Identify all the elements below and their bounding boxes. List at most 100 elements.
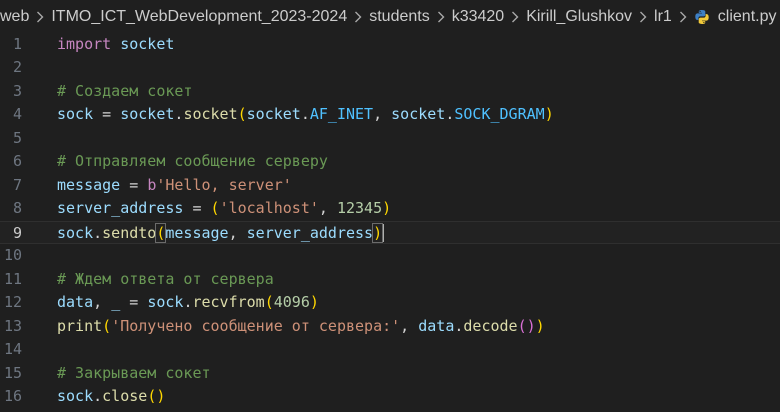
code-token: sendto	[102, 223, 157, 242]
line-number: 2	[12, 58, 22, 76]
text-cursor	[382, 224, 385, 242]
breadcrumb-item-file[interactable]: client.py	[694, 8, 777, 26]
breadcrumb-item-lab[interactable]: lr1	[654, 8, 672, 26]
line-number: 15	[3, 363, 22, 382]
code-token: close	[102, 387, 148, 405]
breadcrumb-file-label: client.py	[717, 8, 777, 25]
code-editor[interactable]: 1 import socket 2 3 # Создаем сокет 4 sock = s…	[0, 34, 780, 412]
code-token: socket	[246, 105, 301, 123]
code-line[interactable]: 9 sock.sendto(message, server_address)	[0, 220, 780, 246]
code-token: 'Hello, server'	[156, 175, 292, 194]
line-number: 16	[3, 387, 22, 405]
code-token: .	[93, 223, 103, 242]
code-line[interactable]: 4 sock = socket.socket(socket.AF_INET, so…	[0, 103, 780, 127]
code-token: sock	[147, 293, 184, 311]
code-token: server_address	[57, 199, 184, 217]
breadcrumb-item-students[interactable]: students	[369, 8, 429, 26]
code-token: _	[111, 293, 121, 311]
code-token: ()	[147, 387, 166, 405]
line-number: 8	[12, 199, 22, 217]
chevron-right-icon	[639, 11, 647, 23]
code-content: sock = socket.socket(socket.AF_INET, soc…	[57, 103, 554, 127]
chevron-right-icon	[437, 11, 445, 23]
code-token: )	[372, 222, 384, 243]
code-token: )	[535, 316, 545, 335]
chevron-right-icon	[679, 11, 687, 23]
code-token: print	[57, 316, 103, 335]
code-token: (	[264, 293, 274, 311]
line-number: 6	[12, 152, 22, 170]
code-content: sock.close()	[57, 385, 165, 409]
code-token: 12345	[336, 199, 383, 217]
code-line[interactable]: 11 # Ждем ответа от сервера	[0, 268, 780, 292]
code-token: # Закрываем сокет	[57, 363, 211, 382]
line-number: 3	[12, 81, 22, 100]
code-token: .	[93, 387, 103, 405]
code-token: ,	[400, 316, 419, 335]
chevron-right-icon	[36, 11, 44, 23]
code-token: =	[93, 105, 121, 123]
code-content: # Ждем ответа от сервера	[57, 268, 274, 292]
code-line[interactable]: 8 server_address = ('localhost', 12345)	[0, 197, 780, 221]
code-token: message	[57, 175, 121, 194]
code-content: server_address = ('localhost', 12345)	[57, 197, 391, 221]
code-line[interactable]: 6 # Отправляем сообщение серверу	[0, 150, 780, 174]
breadcrumb-item-student[interactable]: Kirill_Glushkov	[526, 8, 632, 26]
line-number: 1	[12, 34, 22, 53]
code-token: )	[309, 293, 319, 311]
code-token: sock	[57, 223, 94, 242]
chevron-right-icon	[354, 11, 362, 23]
code-token: socket	[120, 105, 175, 123]
line-number: 13	[3, 316, 22, 335]
line-number: 4	[12, 105, 22, 123]
code-token: import	[57, 34, 112, 53]
code-line[interactable]: 15 # Закрываем сокет	[0, 362, 780, 386]
line-number: 9	[12, 223, 22, 242]
code-content: # Отправляем сообщение серверу	[57, 150, 328, 174]
code-line[interactable]: 12 data, _ = sock.recvfrom(4096)	[0, 291, 780, 315]
code-token: ,	[318, 199, 337, 217]
line-number: 11	[3, 269, 22, 288]
code-line[interactable]: 5	[0, 127, 780, 151]
code-token: AF_INET	[309, 105, 374, 123]
code-line[interactable]: 7 message = b'Hello, server'	[0, 174, 780, 198]
code-token: =	[120, 175, 148, 194]
breadcrumb-item-repo[interactable]: ITMO_ICT_WebDevelopment_2023-2024	[51, 8, 347, 26]
code-token: socket	[183, 105, 238, 123]
line-number: 5	[12, 128, 22, 147]
code-token: message	[165, 223, 229, 242]
code-content: sock.sendto(message, server_address)	[57, 222, 385, 246]
code-token: )	[544, 105, 554, 123]
code-token: recvfrom	[192, 293, 265, 311]
code-line[interactable]: 16 sock.close()	[0, 385, 780, 409]
code-token: SOCK_DGRAM	[454, 105, 545, 123]
code-line[interactable]: 2	[0, 56, 780, 80]
code-content: # Закрываем сокет	[57, 362, 211, 386]
code-token: decode	[463, 316, 518, 335]
breadcrumb-item-web[interactable]: web	[0, 8, 29, 26]
code-line[interactable]: 14	[0, 338, 780, 362]
line-number: 12	[3, 293, 22, 311]
code-token: data	[418, 316, 455, 335]
code-token: ,	[373, 105, 392, 123]
code-line[interactable]: 3 # Создаем сокет	[0, 80, 780, 104]
code-line[interactable]: 1 import socket	[0, 34, 780, 56]
code-token: =	[120, 293, 148, 311]
breadcrumb: web ITMO_ICT_WebDevelopment_2023-2024 st…	[0, 0, 780, 34]
code-token: b	[147, 175, 157, 194]
chevron-right-icon	[511, 11, 519, 23]
code-token: # Ждем ответа от сервера	[57, 269, 274, 288]
code-token: sock	[57, 387, 94, 405]
code-token: # Создаем сокет	[57, 81, 193, 100]
code-line[interactable]: 13 print('Получено сообщение от сервера:'…	[0, 315, 780, 339]
code-token: (	[210, 199, 220, 217]
code-token: ,	[228, 223, 247, 242]
code-content: # Создаем сокет	[57, 80, 192, 104]
breadcrumb-item-group[interactable]: k33420	[452, 8, 505, 26]
code-token: =	[183, 199, 211, 217]
code-token: 'Получено сообщение от сервера:'	[111, 316, 401, 335]
code-line[interactable]: 10	[0, 244, 780, 268]
code-token: ,	[93, 293, 112, 311]
code-token: socket	[391, 105, 446, 123]
